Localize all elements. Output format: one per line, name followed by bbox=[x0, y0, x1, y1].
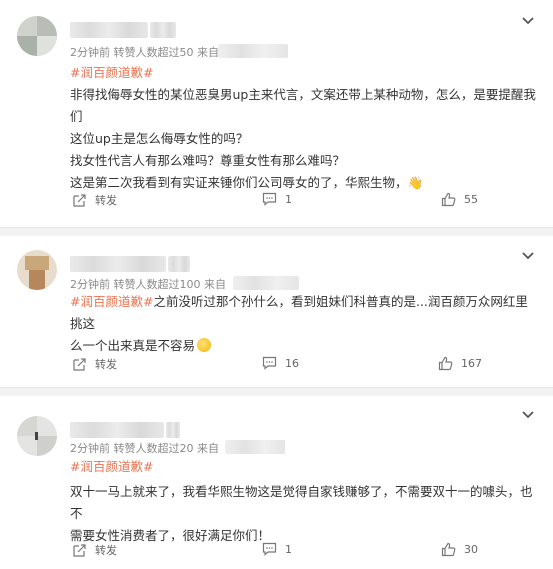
source-device bbox=[225, 440, 285, 454]
comment-meta: 2分钟前 转赞人数超过20 来自 bbox=[70, 442, 219, 455]
chevron-down-icon[interactable] bbox=[521, 408, 535, 422]
comment-count: 1 bbox=[285, 542, 292, 556]
action-bar: 转发 16 167 bbox=[0, 356, 553, 380]
comment-icon bbox=[262, 356, 277, 370]
chevron-down-icon[interactable] bbox=[521, 249, 535, 263]
comment-button[interactable]: 1 bbox=[262, 192, 292, 206]
share-icon bbox=[73, 357, 86, 371]
action-bar: 转发 1 55 bbox=[0, 192, 553, 216]
comment-icon bbox=[262, 542, 277, 556]
forward-label: 转发 bbox=[95, 544, 117, 557]
comment-text: #润百颜道歉#之前没听过那个孙什么，看到姐妹们科普真的是...润百颜万众网红里挑… bbox=[70, 291, 539, 357]
topic-tag[interactable]: #润百颜道歉# bbox=[70, 294, 153, 309]
like-button[interactable]: 30 bbox=[441, 542, 478, 557]
forward-button[interactable]: 转发 bbox=[72, 192, 117, 208]
comment-count: 1 bbox=[285, 192, 292, 206]
forward-button[interactable]: 转发 bbox=[72, 356, 117, 372]
comment-card: 2分钟前 转赞人数超过50 来自 #润百颜道歉# 非得找侮辱女性的某位恶臭男up… bbox=[0, 0, 553, 228]
source-device bbox=[218, 44, 288, 58]
avatar[interactable] bbox=[17, 16, 57, 56]
user-badge bbox=[168, 256, 190, 272]
comment-line: 这位up主是怎么侮辱女性的吗？ bbox=[70, 131, 249, 146]
comment-text: #润百颜道歉# 双十一马上就来了，我看华熙生物这是觉得自家钱赚够了，不需要双十一… bbox=[70, 456, 539, 547]
user-badge bbox=[150, 22, 176, 38]
username[interactable] bbox=[70, 256, 166, 272]
username[interactable] bbox=[70, 22, 148, 38]
user-badge bbox=[166, 422, 180, 438]
forward-button[interactable]: 转发 bbox=[72, 542, 117, 558]
like-button[interactable]: 55 bbox=[441, 192, 478, 207]
comment-line: 非得找侮辱女性的某位恶臭男up主来代言，文案还带上某种动物，怎么，是要提醒我们 bbox=[70, 87, 536, 124]
comment-text: #润百颜道歉# 非得找侮辱女性的某位恶臭男up主来代言，文案还带上某种动物，怎么… bbox=[70, 62, 539, 194]
comment-meta: 2分钟前 转赞人数超过100 来自 bbox=[70, 278, 226, 291]
comment-button[interactable]: 16 bbox=[262, 356, 299, 370]
share-icon bbox=[73, 543, 86, 557]
comment-icon bbox=[262, 192, 277, 206]
comment-line: 这是第二次我看到有实证来锤你们公司辱女的了，华熙生物，👋 bbox=[70, 175, 424, 190]
like-icon bbox=[441, 542, 456, 557]
like-count: 55 bbox=[464, 193, 478, 206]
comment-line: 么一个出来真是不容易 bbox=[70, 338, 196, 353]
chevron-down-icon[interactable] bbox=[521, 14, 535, 28]
avatar[interactable] bbox=[17, 416, 57, 456]
comment-line: 双十一马上就来了，我看华熙生物这是觉得自家钱赚够了，不需要双十一的噱头，也不 bbox=[70, 484, 533, 521]
topic-tag[interactable]: #润百颜道歉# bbox=[70, 65, 153, 80]
like-icon bbox=[441, 192, 456, 207]
comment-card: 2分钟前 转赞人数超过100 来自 #润百颜道歉#之前没听过那个孙什么，看到姐妹… bbox=[0, 236, 553, 388]
comment-meta: 2分钟前 转赞人数超过50 来自 bbox=[70, 46, 219, 59]
username[interactable] bbox=[70, 422, 164, 438]
forward-label: 转发 bbox=[95, 194, 117, 207]
like-count: 167 bbox=[461, 357, 482, 370]
topic-tag[interactable]: #润百颜道歉# bbox=[70, 459, 153, 474]
source-device bbox=[233, 276, 299, 290]
share-icon bbox=[73, 193, 86, 207]
comment-card: 2分钟前 转赞人数超过20 来自 #润百颜道歉# 双十一马上就来了，我看华熙生物… bbox=[0, 396, 553, 569]
comment-count: 16 bbox=[285, 356, 299, 370]
comment-button[interactable]: 1 bbox=[262, 542, 292, 556]
like-icon bbox=[438, 356, 453, 371]
like-count: 30 bbox=[464, 543, 478, 556]
forward-label: 转发 bbox=[95, 358, 117, 371]
laughing-emoji-icon bbox=[197, 338, 212, 352]
avatar[interactable] bbox=[17, 250, 57, 290]
like-button[interactable]: 167 bbox=[438, 356, 482, 371]
action-bar: 转发 1 30 bbox=[0, 542, 553, 566]
comment-line: 找女性代言人有那么难吗？尊重女性有那么难吗？ bbox=[70, 153, 346, 168]
